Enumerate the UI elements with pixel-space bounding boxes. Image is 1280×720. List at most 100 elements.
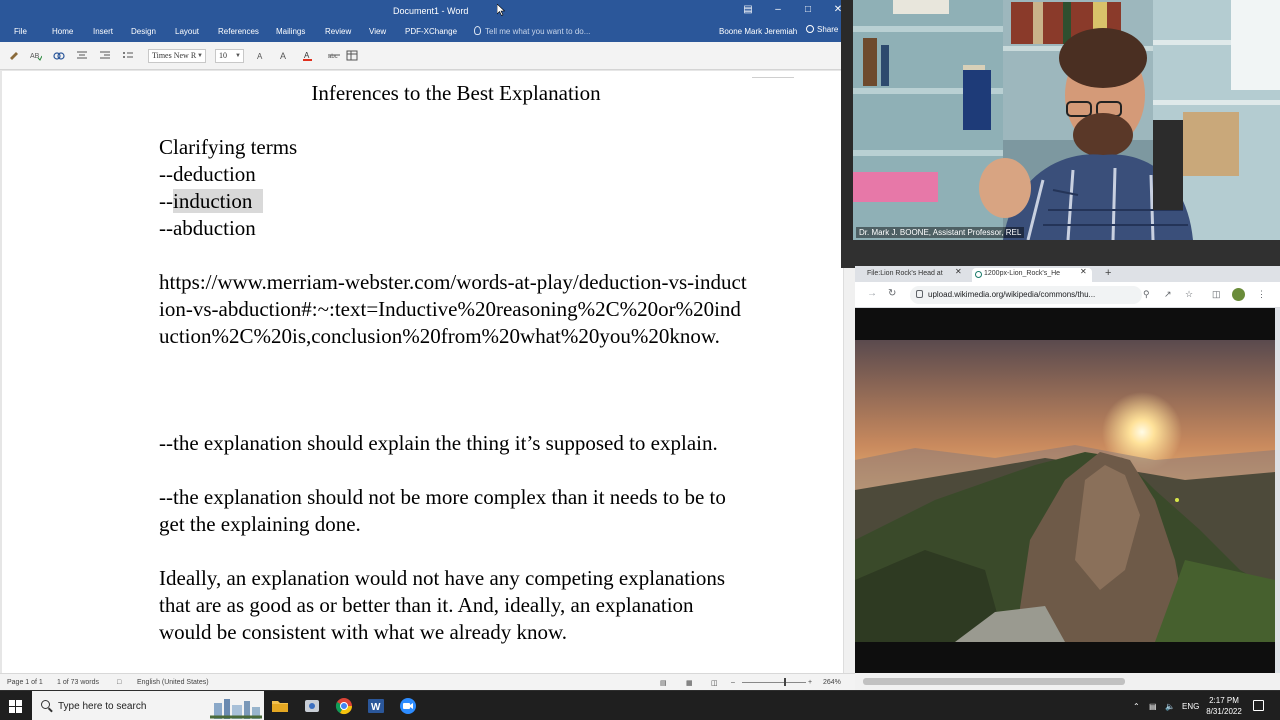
shrink-font-icon[interactable]: A xyxy=(256,50,268,61)
ribbon-display-options-icon[interactable]: ▤ xyxy=(741,3,755,17)
new-tab-icon[interactable]: + xyxy=(1105,267,1111,279)
file-explorer-icon[interactable] xyxy=(270,696,290,716)
zoom-level[interactable]: 264% xyxy=(823,679,841,686)
notifications-icon[interactable] xyxy=(1253,700,1264,711)
tab-layout[interactable]: Layout xyxy=(175,27,199,36)
tab-design[interactable]: Design xyxy=(131,27,156,36)
selected-text: induction xyxy=(173,189,263,213)
proofing-icon[interactable]: □ xyxy=(117,679,121,686)
volume-icon[interactable]: 🔈 xyxy=(1165,702,1175,711)
language-status[interactable]: English (United States) xyxy=(137,679,209,686)
word-count[interactable]: 1 of 73 words xyxy=(57,679,99,686)
browser-tab-1[interactable]: File:Lion Rock's Head at xyxy=(855,268,967,282)
zoom-app-icon[interactable] xyxy=(398,696,418,716)
horizontal-scrollbar[interactable] xyxy=(855,673,1280,690)
chevron-down-icon: ▼ xyxy=(197,53,203,59)
tab-favicon-icon xyxy=(975,271,982,278)
snipping-tool-icon[interactable] xyxy=(302,696,322,716)
zoom-slider-thumb[interactable] xyxy=(784,678,786,686)
forward-icon[interactable]: → xyxy=(867,288,877,299)
lion-rock-photo[interactable] xyxy=(855,340,1275,642)
webcam-picture xyxy=(853,0,1280,240)
ideally-paragraph: Ideally, an explanation would not have a… xyxy=(159,566,731,644)
criterion-simplicity: --the explanation should not be more com… xyxy=(159,485,732,536)
windows-start-icon[interactable] xyxy=(9,700,22,713)
bookmark-star-icon[interactable]: ☆ xyxy=(1185,289,1193,300)
chrome-icon[interactable] xyxy=(334,696,354,716)
term-induction: induction xyxy=(173,189,253,213)
align-right-icon[interactable] xyxy=(99,50,111,61)
tab-home[interactable]: Home xyxy=(52,27,73,36)
browser-tab-2[interactable]: 1200px-Lion_Rock's_He xyxy=(972,268,1092,282)
svg-text:A: A xyxy=(257,52,263,61)
font-color-icon[interactable]: A xyxy=(302,50,314,61)
tab-mailings[interactable]: Mailings xyxy=(276,27,305,36)
tab-view[interactable]: View xyxy=(369,27,386,36)
font-name-dropdown[interactable]: Times New R ▼ xyxy=(148,49,206,63)
close-tab-icon[interactable]: ✕ xyxy=(955,267,962,276)
taskbar-clock[interactable]: 2:17 PM 8/31/2022 xyxy=(1200,695,1248,717)
tell-me-box[interactable]: Tell me what you want to do... xyxy=(474,26,590,36)
zoom-out-button[interactable]: – xyxy=(731,679,735,686)
word-window: Document1 - Word ▤ – □ ✕ File Home Inser… xyxy=(0,0,855,690)
show-hidden-icons-icon[interactable]: ⌃ xyxy=(1133,702,1140,711)
network-icon[interactable]: ▤ xyxy=(1149,702,1157,711)
maximize-button[interactable]: □ xyxy=(801,3,815,17)
bullets-icon[interactable] xyxy=(122,50,134,61)
print-layout-icon[interactable]: ▦ xyxy=(686,679,693,687)
scrollbar-thumb[interactable] xyxy=(863,678,1125,685)
term-deduction: --deduction xyxy=(159,162,256,186)
word-icon[interactable]: W xyxy=(366,696,386,716)
term-abduction: --abduction xyxy=(159,216,256,240)
search-icon xyxy=(41,700,50,709)
search-placeholder: Type here to search xyxy=(58,701,147,712)
font-size-dropdown[interactable]: 10 ▼ xyxy=(215,49,244,63)
zoom-in-button[interactable]: + xyxy=(808,679,812,686)
menu-dots-icon[interactable]: ⋮ xyxy=(1257,289,1266,300)
term-induction-line: --induction xyxy=(159,188,749,215)
web-layout-icon[interactable]: ◫ xyxy=(711,679,718,687)
clock-time: 2:17 PM xyxy=(1209,696,1239,705)
minimize-button[interactable]: – xyxy=(771,3,785,17)
person-icon xyxy=(806,25,814,33)
tab-review[interactable]: Review xyxy=(325,27,351,36)
page-count[interactable]: Page 1 of 1 xyxy=(7,679,43,686)
status-bar: Page 1 of 1 1 of 73 words □ English (Uni… xyxy=(0,673,855,690)
profile-avatar[interactable] xyxy=(1232,288,1245,301)
windows-taskbar: Type here to search W ⌃ ▤ 🔈 ENG 2:17 PM … xyxy=(0,690,1280,720)
hyperlink-icon[interactable] xyxy=(53,50,65,61)
svg-text:A: A xyxy=(304,51,310,60)
tab-file[interactable]: File xyxy=(14,27,27,36)
table-icon[interactable] xyxy=(346,50,358,61)
taskbar-search[interactable]: Type here to search xyxy=(32,691,264,720)
format-painter-icon[interactable] xyxy=(8,50,20,61)
input-language[interactable]: ENG xyxy=(1182,702,1199,711)
document-page[interactable]: Inferences to the Best Explanation Clari… xyxy=(2,71,843,673)
font-size-value: 10 xyxy=(219,51,227,60)
webcam-caption: Dr. Mark J. BOONE, Assistant Professor, … xyxy=(856,227,1025,238)
svg-text:A: A xyxy=(280,51,286,61)
tab-references[interactable]: References xyxy=(218,27,259,36)
share-page-icon[interactable]: ↗ xyxy=(1164,289,1172,300)
spelling-icon[interactable]: AB xyxy=(30,50,42,61)
account-name[interactable]: Boone Mark Jeremiah xyxy=(719,27,797,36)
tab-pdf-xchange[interactable]: PDF-XChange xyxy=(405,27,457,36)
zoom-icon[interactable]: ⚲ xyxy=(1143,289,1150,300)
clarifying-heading: Clarifying terms xyxy=(159,135,298,159)
chevron-down-icon: ▼ xyxy=(235,53,241,59)
word-titlebar[interactable]: Document1 - Word ▤ – □ ✕ xyxy=(0,0,855,22)
strikethrough-icon[interactable]: abc xyxy=(328,50,340,61)
align-center-icon[interactable] xyxy=(76,50,88,61)
close-tab-icon[interactable]: ✕ xyxy=(1080,267,1087,276)
address-bar[interactable]: upload.wikimedia.org/wikipedia/commons/t… xyxy=(910,286,1142,304)
reload-icon[interactable]: ↻ xyxy=(888,288,896,299)
read-mode-icon[interactable]: ▤ xyxy=(660,679,667,687)
side-panel-icon[interactable]: ◫ xyxy=(1212,289,1221,300)
lightbulb-icon xyxy=(474,26,481,35)
tab-insert[interactable]: Insert xyxy=(93,27,113,36)
zoom-slider-track[interactable] xyxy=(742,682,806,683)
criterion-explain: --the explanation should explain the thi… xyxy=(159,431,718,455)
grow-font-icon[interactable]: A xyxy=(279,50,291,61)
share-button[interactable]: Share xyxy=(806,25,838,34)
webcam-frame-bottom xyxy=(841,240,1280,268)
